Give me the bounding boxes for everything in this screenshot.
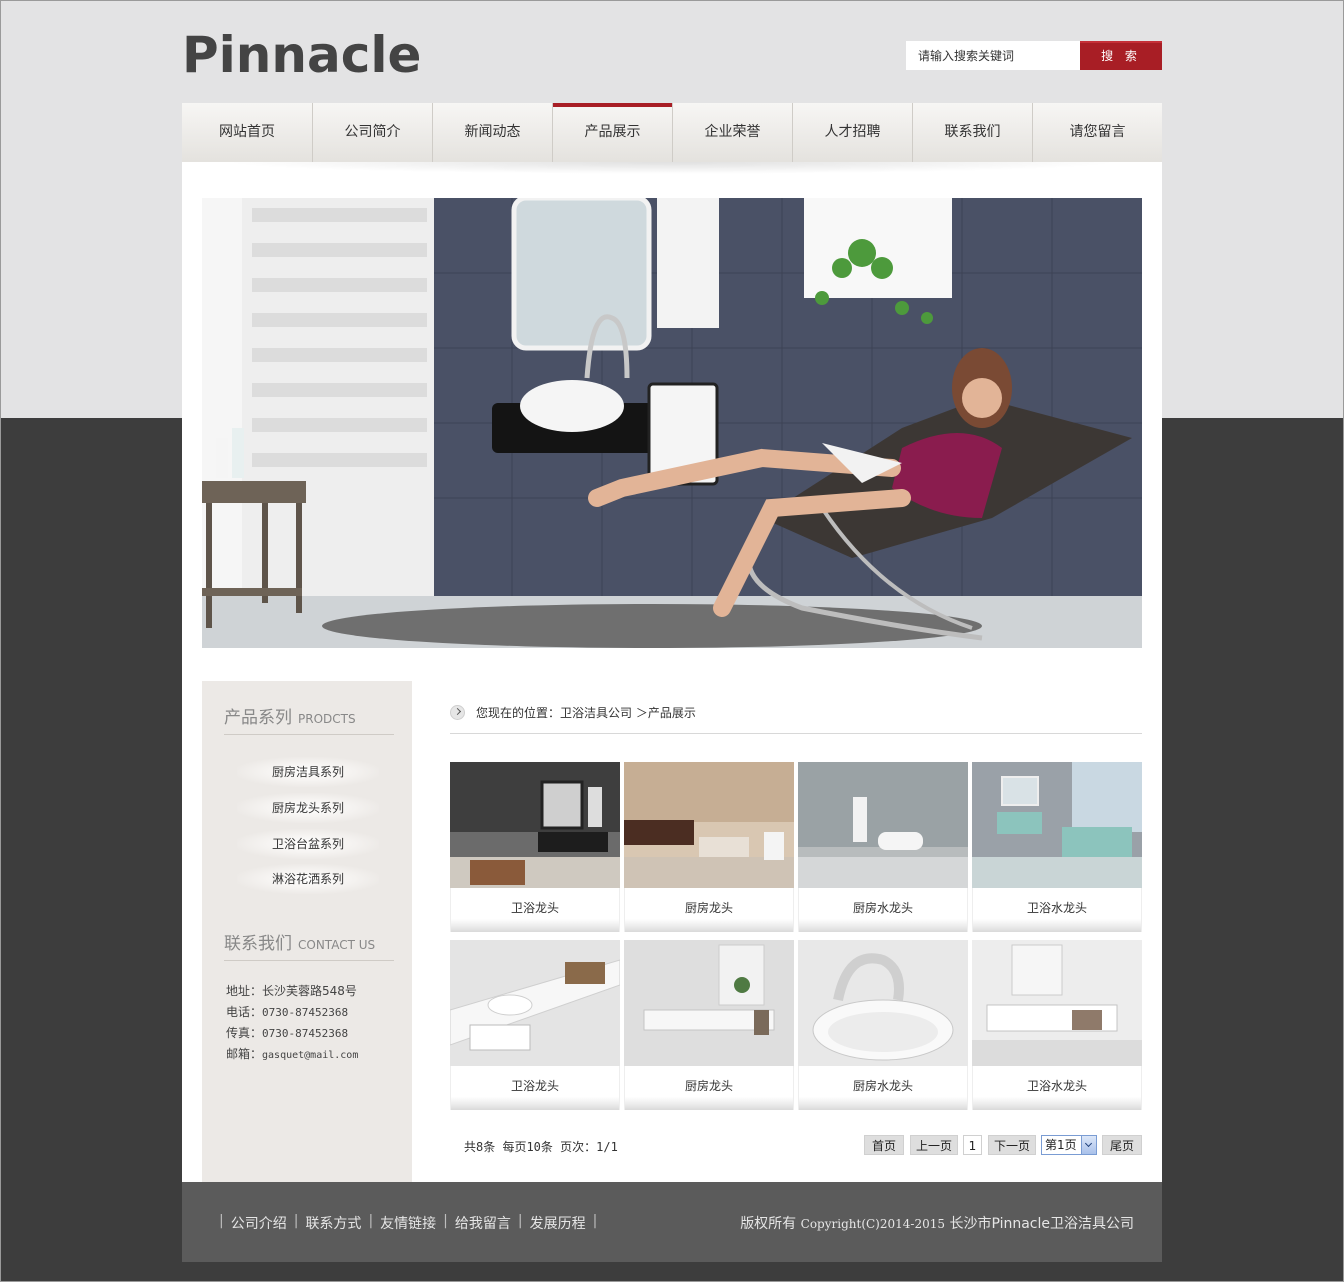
footer-separator: |	[293, 1213, 299, 1229]
contact-phone: 电话：0730-87452368	[226, 1003, 348, 1020]
copyright-text: 版权所有 Copyright(C)2014-2015 长沙市Pinnacle卫浴…	[740, 1213, 1134, 1233]
main-panel: 产品系列 PRODCTS 厨房洁具系列 厨房龙头系列 卫浴台盆系列 淋浴花洒系列 …	[182, 162, 1162, 1182]
product-image	[624, 762, 794, 888]
sidebar-item-bath-basin[interactable]: 卫浴台盆系列	[237, 829, 379, 859]
contact-email: 邮箱：gasquet@mail.com	[226, 1045, 358, 1062]
copyright-company: 长沙市Pinnacle卫浴洁具公司	[945, 1216, 1134, 1232]
current-page-number[interactable]: 1	[963, 1135, 982, 1155]
email-label: 邮箱：	[226, 1047, 263, 1061]
product-caption: 卫浴水龙头	[972, 1066, 1142, 1110]
product-card[interactable]: 卫浴龙头	[450, 940, 620, 1110]
copyright-years: Copyright(C)2014-2015	[800, 1217, 945, 1231]
nav-item-home[interactable]: 网站首页	[182, 103, 313, 162]
phone-value: 0730-87452368	[262, 1006, 349, 1019]
footer-link-company[interactable]: 公司介绍	[231, 1213, 287, 1233]
chevron-right-icon	[450, 705, 465, 720]
fax-value: 0730-87452368	[262, 1027, 349, 1040]
site-logo[interactable]: Pinnacle	[182, 26, 421, 84]
page-select-value: 第1页	[1045, 1138, 1077, 1152]
product-image	[798, 762, 968, 888]
page-select[interactable]: 第1页	[1041, 1135, 1097, 1155]
search-input[interactable]	[906, 41, 1080, 70]
footer-separator: |	[368, 1213, 374, 1229]
address-value: 长沙芙蓉路548号	[262, 984, 357, 998]
footer-separator: |	[443, 1213, 448, 1229]
contact-heading-cn: 联系我们	[224, 934, 292, 954]
nav-item-about[interactable]: 公司简介	[313, 103, 433, 162]
nav-item-contact[interactable]: 联系我们	[913, 103, 1033, 162]
product-caption: 厨房龙头	[624, 888, 794, 932]
contact-heading: 联系我们 CONTACT US	[224, 929, 394, 961]
products-heading: 产品系列 PRODCTS	[224, 703, 394, 735]
product-caption: 卫浴水龙头	[972, 888, 1142, 932]
sidebar: 产品系列 PRODCTS 厨房洁具系列 厨房龙头系列 卫浴台盆系列 淋浴花洒系列 …	[202, 681, 412, 1182]
sidebar-item-kitchen-ware[interactable]: 厨房洁具系列	[237, 757, 379, 787]
footer-separator: |	[592, 1213, 598, 1229]
breadcrumb-text: 您现在的位置：卫浴洁具公司 ＞产品展示	[476, 706, 696, 720]
product-card[interactable]: 厨房水龙头	[798, 940, 968, 1110]
contact-address: 地址：长沙芙蓉路548号	[226, 982, 357, 999]
last-page-button[interactable]: 尾页	[1102, 1135, 1142, 1155]
footer-link-history[interactable]: 发展历程	[530, 1213, 586, 1233]
product-caption: 厨房水龙头	[798, 888, 968, 932]
product-caption: 厨房龙头	[624, 1066, 794, 1110]
pagination-info: 共8条 每页10条 页次：1/1	[464, 1140, 618, 1154]
nav-item-jobs[interactable]: 人才招聘	[793, 103, 913, 162]
nav-item-products[interactable]: 产品展示	[553, 103, 673, 162]
sidebar-item-shower[interactable]: 淋浴花洒系列	[237, 864, 379, 894]
breadcrumb: 您现在的位置：卫浴洁具公司 ＞产品展示	[450, 702, 1142, 734]
product-card[interactable]: 卫浴水龙头	[972, 762, 1142, 932]
product-caption: 厨房水龙头	[798, 1066, 968, 1110]
product-card[interactable]: 卫浴龙头	[450, 762, 620, 932]
nav-item-news[interactable]: 新闻动态	[433, 103, 553, 162]
copyright-prefix: 版权所有	[740, 1216, 801, 1232]
product-caption: 卫浴龙头	[450, 1066, 620, 1110]
contact-heading-en: CONTACT US	[298, 938, 376, 952]
search-button[interactable]: 搜 索	[1080, 41, 1162, 70]
main-nav: 网站首页 公司简介 新闻动态 产品展示 企业荣誉 人才招聘 联系我们 请您留言	[182, 103, 1162, 162]
product-card[interactable]: 厨房龙头	[624, 762, 794, 932]
product-image	[450, 940, 620, 1066]
product-image	[972, 940, 1142, 1066]
product-card[interactable]: 卫浴水龙头	[972, 940, 1142, 1110]
next-page-button[interactable]: 下一页	[988, 1135, 1036, 1155]
phone-label: 电话：	[226, 1005, 263, 1019]
footer-separator: |	[219, 1213, 224, 1229]
footer-separator: |	[517, 1213, 523, 1229]
nav-item-message[interactable]: 请您留言	[1033, 103, 1162, 162]
products-heading-en: PRODCTS	[298, 712, 356, 726]
product-card[interactable]: 厨房龙头	[624, 940, 794, 1110]
product-card[interactable]: 厨房水龙头	[798, 762, 968, 932]
prev-page-button[interactable]: 上一页	[910, 1135, 958, 1155]
footer-link-message[interactable]: 给我留言	[455, 1213, 511, 1233]
product-image	[624, 940, 794, 1066]
footer-link-contact[interactable]: 联系方式	[305, 1213, 361, 1233]
address-label: 地址：	[226, 984, 263, 998]
footer-links: | 公司介绍 | 联系方式 | 友情链接 | 给我留言 | 发展历程 |	[212, 1213, 604, 1233]
nav-item-honors[interactable]: 企业荣誉	[673, 103, 793, 162]
product-caption: 卫浴龙头	[450, 888, 620, 932]
footer: | 公司介绍 | 联系方式 | 友情链接 | 给我留言 | 发展历程 | 版权所…	[182, 1182, 1162, 1262]
footer-link-friends[interactable]: 友情链接	[380, 1213, 436, 1233]
first-page-button[interactable]: 首页	[864, 1135, 904, 1155]
sidebar-item-kitchen-faucet[interactable]: 厨房龙头系列	[237, 793, 379, 823]
product-image	[450, 762, 620, 888]
product-image	[798, 940, 968, 1066]
email-value[interactable]: gasquet@mail.com	[262, 1050, 358, 1061]
hero-banner-image	[202, 198, 1142, 648]
product-image	[972, 762, 1142, 888]
products-heading-cn: 产品系列	[224, 708, 292, 728]
contact-fax: 传真：0730-87452368	[226, 1024, 348, 1041]
chevron-down-icon[interactable]	[1081, 1136, 1096, 1154]
fax-label: 传真：	[226, 1026, 263, 1040]
